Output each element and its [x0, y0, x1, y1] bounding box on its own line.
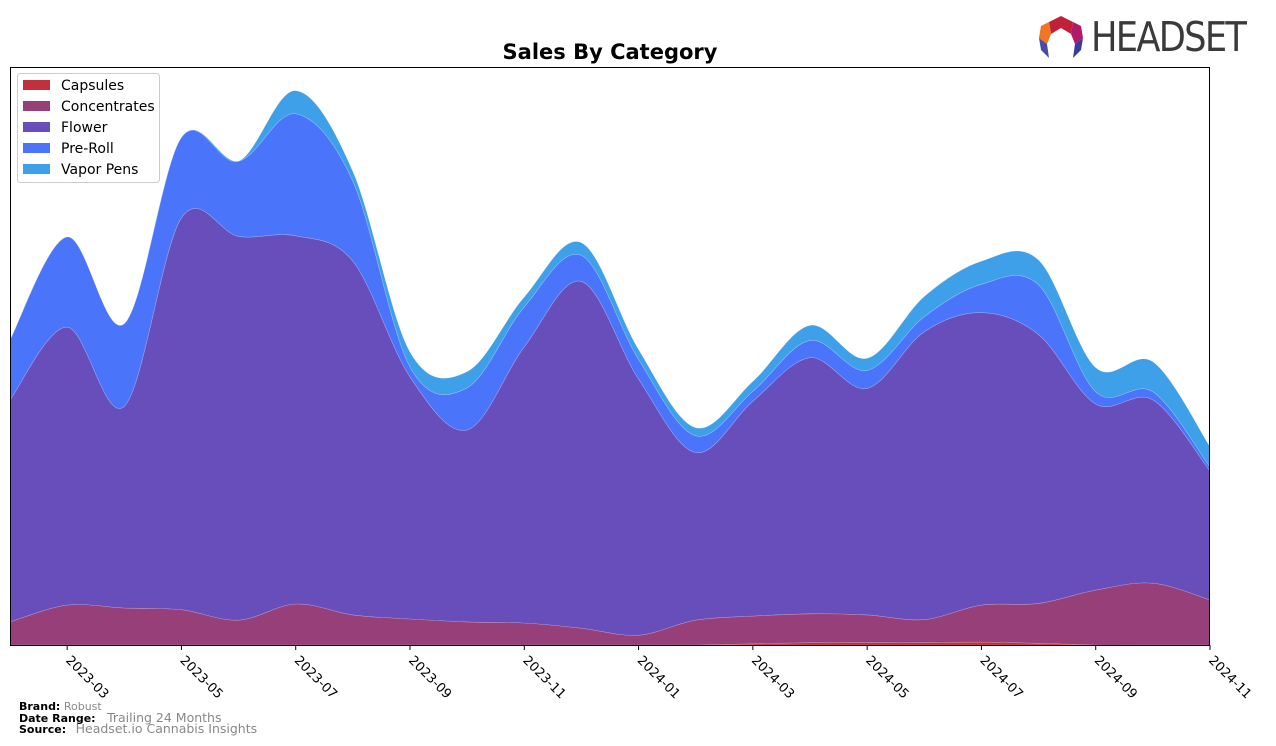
- x-tick-label: 2024-11: [1205, 653, 1254, 702]
- area-layers: [10, 90, 1210, 645]
- x-tick-label: 2023-07: [291, 653, 340, 702]
- footer-brand: Brand: Robust: [19, 701, 102, 712]
- footer-source: Source: Headset.io Cannabis Insights: [19, 721, 258, 736]
- legend-label: Flower: [61, 120, 108, 136]
- headset-logo-icon: [1039, 16, 1083, 58]
- legend-swatch: [23, 164, 50, 174]
- x-tick-label: 2024-09: [1091, 653, 1140, 702]
- chart-title: Sales By Category: [503, 40, 718, 64]
- x-axis: 2023-03 2023-05 2023-07 2023-09 2023-11 2024-…: [62, 645, 1254, 702]
- x-tick-label: 2024-03: [748, 653, 797, 702]
- legend-swatch: [23, 143, 50, 153]
- legend-swatch: [23, 80, 50, 90]
- legend-label: Pre-Roll: [61, 141, 114, 157]
- logo-text: HEADSET: [1091, 13, 1247, 61]
- source-label: Source:: [19, 723, 67, 736]
- x-tick-label: 2024-07: [977, 653, 1026, 702]
- headset-logo: HEADSET: [1037, 14, 1270, 60]
- x-tick-label: 2023-09: [405, 653, 454, 702]
- x-tick-label: 2023-11: [519, 653, 568, 702]
- x-tick-label: 2024-01: [634, 653, 683, 702]
- legend-label: Concentrates: [61, 99, 155, 115]
- source-value: Headset.io Cannabis Insights: [75, 721, 258, 736]
- x-tick-label: 2024-05: [862, 653, 911, 702]
- sales-by-category-chart: Sales By Category 2023-03 2023-05 2023-07 2…: [10, 40, 1254, 702]
- x-tick-label: 2023-03: [62, 653, 111, 702]
- legend-swatch: [23, 101, 50, 111]
- x-tick-label: 2023-05: [177, 653, 226, 702]
- legend: Capsules Concentrates Flower Pre-Roll Vapor …: [17, 73, 160, 183]
- legend-label: Capsules: [61, 78, 124, 94]
- legend-label: Vapor Pens: [61, 162, 138, 178]
- legend-swatch: [23, 122, 50, 132]
